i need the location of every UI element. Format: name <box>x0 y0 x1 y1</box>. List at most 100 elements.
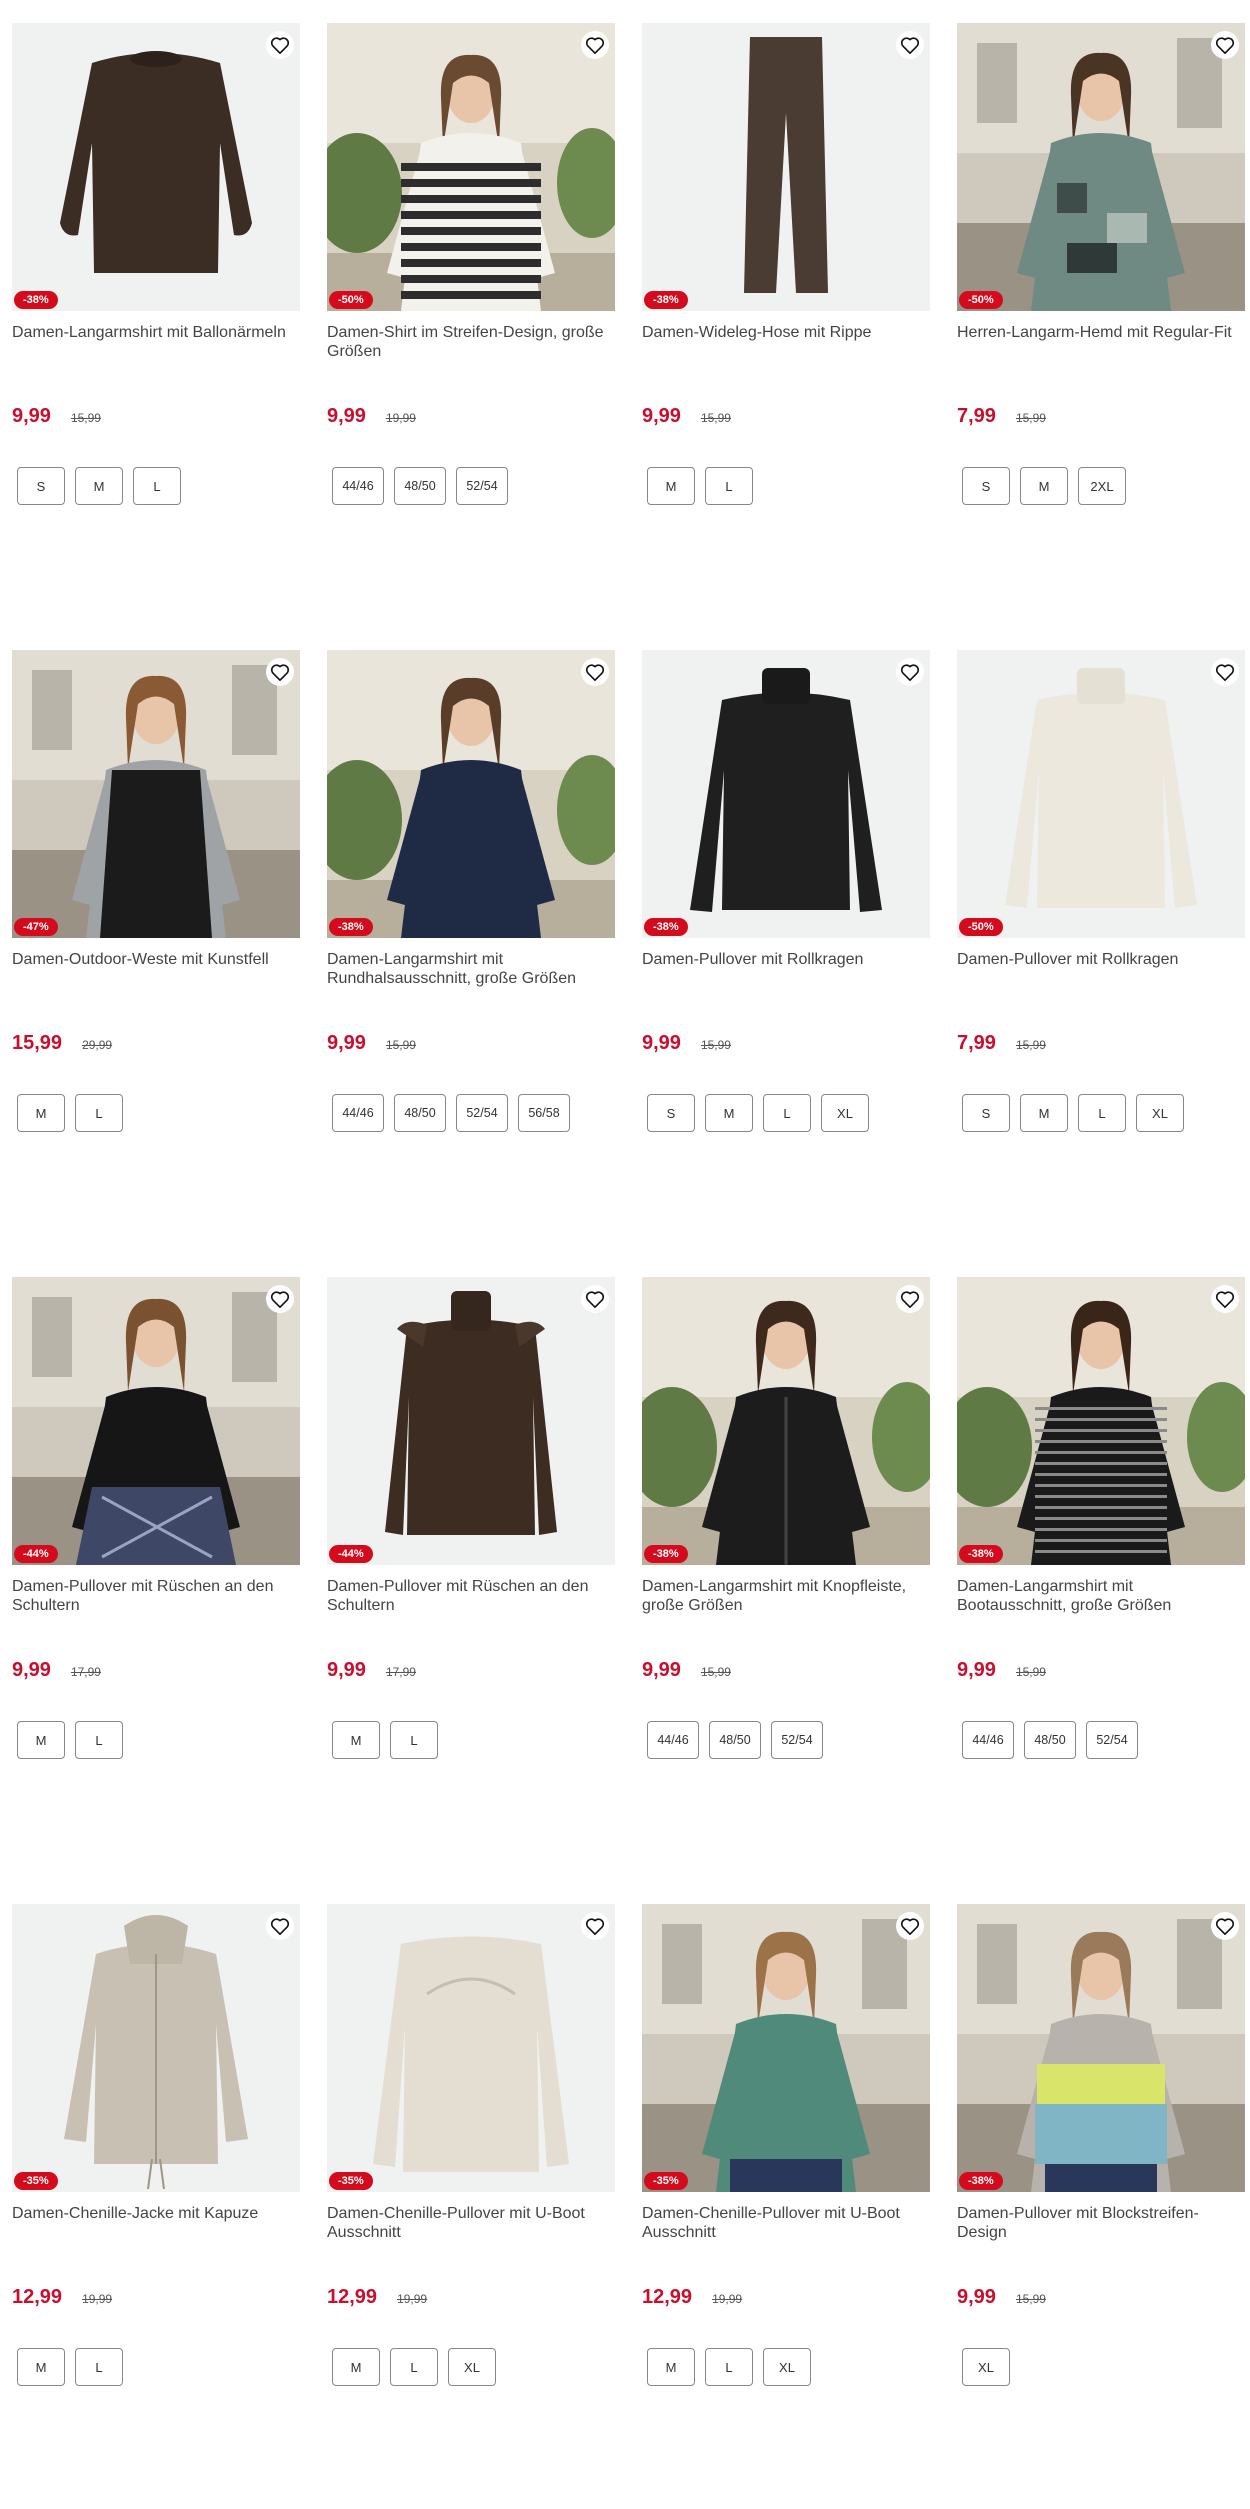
heart-outline-icon[interactable] <box>581 31 609 59</box>
product-image[interactable]: -35% <box>327 1904 615 2192</box>
heart-outline-icon[interactable] <box>581 1285 609 1313</box>
heart-outline-icon[interactable] <box>896 1912 924 1940</box>
product-card[interactable]: -38% Damen-Langarmshirt mit Rundhalsauss… <box>327 650 615 1132</box>
product-title[interactable]: Damen-Pullover mit Rollkragen <box>642 950 930 1014</box>
product-card[interactable]: -47% Damen-Outdoor-Weste mit Kunstfell 1… <box>12 650 300 1132</box>
size-option[interactable]: 44/46 <box>332 1094 384 1132</box>
product-image[interactable]: -35% <box>642 1904 930 2192</box>
product-image[interactable]: -47% <box>12 650 300 938</box>
size-option[interactable]: M <box>332 2348 380 2386</box>
size-option[interactable]: 48/50 <box>1024 1721 1076 1759</box>
size-option[interactable]: L <box>390 2348 438 2386</box>
product-title[interactable]: Damen-Chenille-Pullover mit U-Boot Aussc… <box>642 2204 930 2268</box>
size-option[interactable]: L <box>133 467 181 505</box>
product-image[interactable]: -38% <box>642 23 930 311</box>
size-option[interactable]: 52/54 <box>771 1721 823 1759</box>
product-title[interactable]: Damen-Pullover mit Rüschen an den Schult… <box>12 1577 300 1641</box>
product-card[interactable]: -44% Damen-Pullover mit Rüschen an den S… <box>12 1277 300 1759</box>
size-option[interactable]: L <box>75 1094 123 1132</box>
size-option[interactable]: 52/54 <box>456 1094 508 1132</box>
product-title[interactable]: Damen-Chenille-Pullover mit U-Boot Aussc… <box>327 2204 615 2268</box>
size-option[interactable]: L <box>705 467 753 505</box>
product-title[interactable]: Damen-Chenille-Jacke mit Kapuze <box>12 2204 300 2268</box>
product-image[interactable]: -38% <box>642 1277 930 1565</box>
product-card[interactable]: -50% Herren-Langarm-Hemd mit Regular-Fit… <box>957 23 1245 505</box>
size-option[interactable]: L <box>763 1094 811 1132</box>
product-title[interactable]: Damen-Shirt im Streifen-Design, große Gr… <box>327 323 615 387</box>
heart-outline-icon[interactable] <box>896 658 924 686</box>
size-option[interactable]: M <box>17 2348 65 2386</box>
size-option[interactable]: XL <box>962 2348 1010 2386</box>
size-option[interactable]: XL <box>1136 1094 1184 1132</box>
product-card[interactable]: -44% Damen-Pullover mit Rüschen an den S… <box>327 1277 615 1759</box>
size-option[interactable]: XL <box>763 2348 811 2386</box>
size-option[interactable]: L <box>75 1721 123 1759</box>
size-option[interactable]: 2XL <box>1078 467 1126 505</box>
product-image[interactable]: -50% <box>957 23 1245 311</box>
size-option[interactable]: M <box>647 467 695 505</box>
heart-outline-icon[interactable] <box>896 31 924 59</box>
heart-outline-icon[interactable] <box>266 658 294 686</box>
product-image[interactable]: -35% <box>12 1904 300 2192</box>
size-option[interactable]: 52/54 <box>456 467 508 505</box>
product-image[interactable]: -50% <box>327 23 615 311</box>
size-option[interactable]: 48/50 <box>394 1094 446 1132</box>
product-image[interactable]: -50% <box>957 650 1245 938</box>
size-option[interactable]: M <box>705 1094 753 1132</box>
product-image[interactable]: -38% <box>12 23 300 311</box>
product-image[interactable]: -44% <box>12 1277 300 1565</box>
product-title[interactable]: Damen-Pullover mit Rüschen an den Schult… <box>327 1577 615 1641</box>
product-title[interactable]: Damen-Pullover mit Rollkragen <box>957 950 1245 1014</box>
size-option[interactable]: M <box>75 467 123 505</box>
size-option[interactable]: XL <box>448 2348 496 2386</box>
heart-outline-icon[interactable] <box>1211 31 1239 59</box>
product-title[interactable]: Damen-Pullover mit Blockstreifen-Design <box>957 2204 1245 2268</box>
product-title[interactable]: Damen-Langarmshirt mit Knopfleiste, groß… <box>642 1577 930 1641</box>
product-title[interactable]: Damen-Wideleg-Hose mit Rippe <box>642 323 930 387</box>
heart-outline-icon[interactable] <box>266 1285 294 1313</box>
product-card[interactable]: -50% Damen-Pullover mit Rollkragen 7,99 … <box>957 650 1245 1132</box>
product-image[interactable]: -44% <box>327 1277 615 1565</box>
size-option[interactable]: L <box>705 2348 753 2386</box>
product-title[interactable]: Damen-Outdoor-Weste mit Kunstfell <box>12 950 300 1014</box>
size-option[interactable]: S <box>962 467 1010 505</box>
size-option[interactable]: M <box>332 1721 380 1759</box>
size-option[interactable]: S <box>17 467 65 505</box>
product-image[interactable]: -38% <box>642 650 930 938</box>
size-option[interactable]: XL <box>821 1094 869 1132</box>
product-card[interactable]: -38% Damen-Langarmshirt mit Knopfleiste,… <box>642 1277 930 1759</box>
heart-outline-icon[interactable] <box>266 31 294 59</box>
size-option[interactable]: 44/46 <box>647 1721 699 1759</box>
product-card[interactable]: -35% Damen-Chenille-Jacke mit Kapuze 12,… <box>12 1904 300 2386</box>
product-card[interactable]: -35% Damen-Chenille-Pullover mit U-Boot … <box>642 1904 930 2386</box>
heart-outline-icon[interactable] <box>266 1912 294 1940</box>
size-option[interactable]: M <box>17 1094 65 1132</box>
product-card[interactable]: -38% Damen-Langarmshirt mit Ballonärmeln… <box>12 23 300 505</box>
product-image[interactable]: -38% <box>957 1277 1245 1565</box>
product-title[interactable]: Damen-Langarmshirt mit Bootausschnitt, g… <box>957 1577 1245 1641</box>
product-card[interactable]: -38% Damen-Pullover mit Blockstreifen-De… <box>957 1904 1245 2386</box>
size-option[interactable]: 48/50 <box>394 467 446 505</box>
product-card[interactable]: -38% Damen-Langarmshirt mit Bootausschni… <box>957 1277 1245 1759</box>
heart-outline-icon[interactable] <box>581 658 609 686</box>
size-option[interactable]: 52/54 <box>1086 1721 1138 1759</box>
size-option[interactable]: 44/46 <box>962 1721 1014 1759</box>
size-option[interactable]: L <box>1078 1094 1126 1132</box>
product-title[interactable]: Herren-Langarm-Hemd mit Regular-Fit <box>957 323 1245 387</box>
heart-outline-icon[interactable] <box>1211 1285 1239 1313</box>
product-title[interactable]: Damen-Langarmshirt mit Rundhalsausschnit… <box>327 950 615 1014</box>
product-title[interactable]: Damen-Langarmshirt mit Ballonärmeln <box>12 323 300 387</box>
size-option[interactable]: L <box>390 1721 438 1759</box>
size-option[interactable]: L <box>75 2348 123 2386</box>
product-image[interactable]: -38% <box>327 650 615 938</box>
size-option[interactable]: M <box>1020 1094 1068 1132</box>
size-option[interactable]: S <box>647 1094 695 1132</box>
heart-outline-icon[interactable] <box>896 1285 924 1313</box>
size-option[interactable]: M <box>1020 467 1068 505</box>
product-card[interactable]: -50% Damen-Shirt im Streifen-Design, gro… <box>327 23 615 505</box>
size-option[interactable]: S <box>962 1094 1010 1132</box>
size-option[interactable]: M <box>17 1721 65 1759</box>
size-option[interactable]: 48/50 <box>709 1721 761 1759</box>
size-option[interactable]: M <box>647 2348 695 2386</box>
heart-outline-icon[interactable] <box>1211 658 1239 686</box>
